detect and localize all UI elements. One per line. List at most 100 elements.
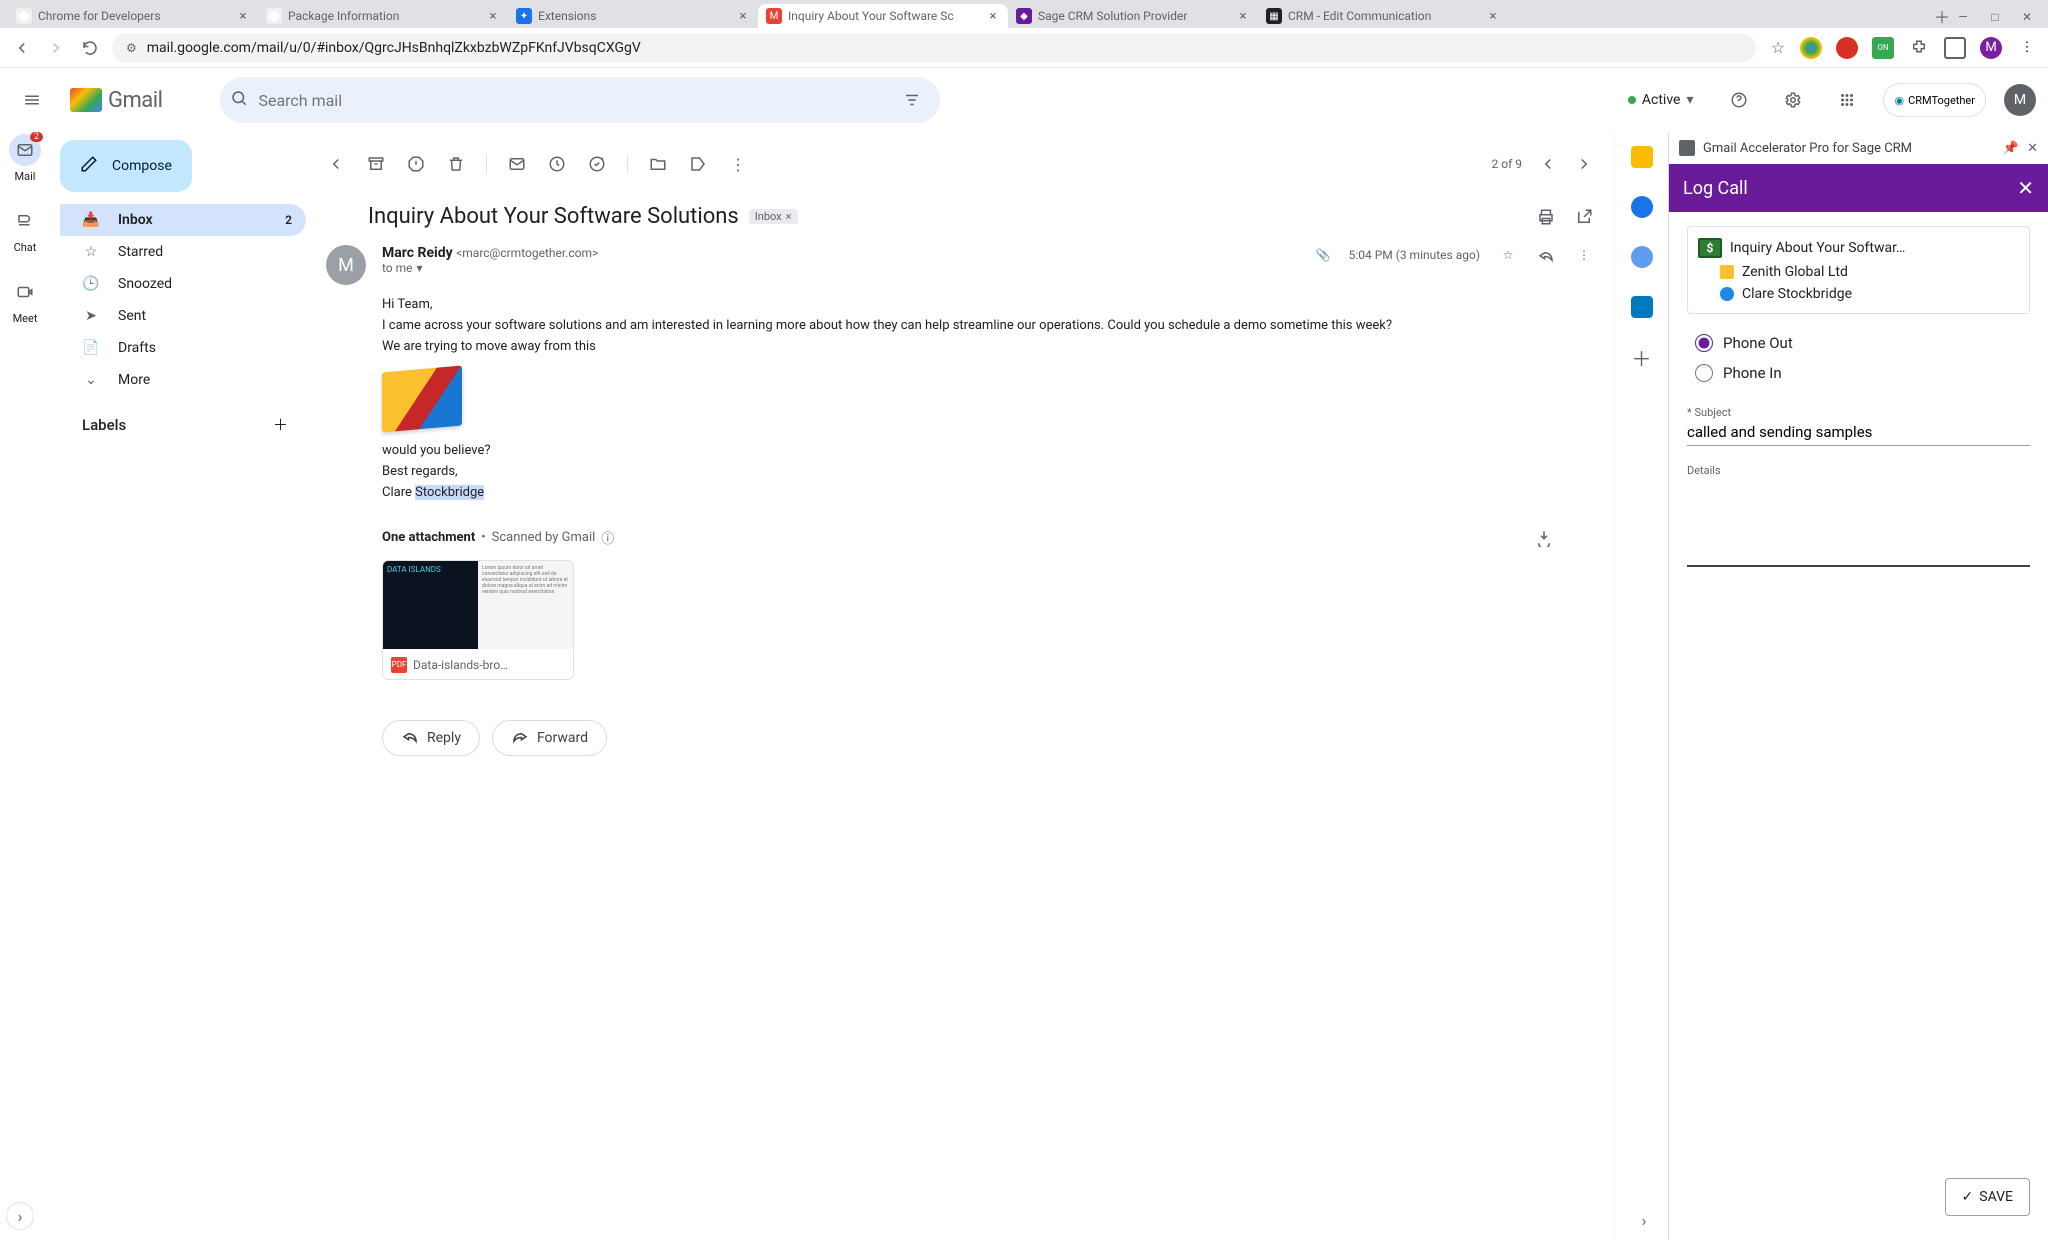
save-button[interactable]: ✓ SAVE — [1945, 1178, 2030, 1216]
nav-item-sent[interactable]: ➤Sent — [60, 300, 306, 332]
add-addon-icon[interactable]: ＋ — [1631, 346, 1653, 368]
browser-tab[interactable]: ▦CRM - Edit Communication× — [1258, 4, 1508, 28]
details-textarea[interactable] — [1687, 477, 2030, 567]
back-button[interactable] — [10, 36, 34, 60]
details-field-label: Details — [1687, 464, 2030, 477]
archive-button[interactable] — [366, 154, 386, 174]
browser-tab[interactable]: MInquiry About Your Software Sc× — [758, 4, 1008, 28]
delete-button[interactable] — [446, 154, 466, 174]
rail-item-meet[interactable]: Meet — [1, 276, 49, 325]
tab-close-icon[interactable]: × — [1486, 9, 1500, 23]
move-to-button[interactable] — [648, 154, 668, 174]
chrome-menu-icon[interactable]: ⋮ — [2016, 37, 2038, 59]
expand-addons-button[interactable]: › — [1634, 1210, 1654, 1230]
pin-icon[interactable]: 📌 — [2003, 141, 2019, 156]
address-bar[interactable]: ⚙ mail.google.com/mail/u/0/#inbox/QgrcJH… — [112, 33, 1756, 63]
sender-avatar[interactable]: M — [326, 245, 366, 285]
extensions-menu-icon[interactable] — [1908, 37, 1930, 59]
trello-icon[interactable] — [1631, 296, 1653, 318]
apps-grid-button[interactable] — [1829, 82, 1865, 118]
site-info-icon[interactable]: ⚙ — [126, 41, 137, 55]
inbox-pill[interactable]: Inbox× — [749, 209, 798, 224]
entity-person-row[interactable]: Clare Stockbridge — [1698, 283, 2019, 305]
tab-close-icon[interactable]: × — [486, 9, 500, 23]
search-icon[interactable] — [230, 89, 248, 111]
crm-chip[interactable]: ◉ CRMTogether — [1883, 83, 1986, 117]
ext-icon-1[interactable] — [1800, 37, 1822, 59]
next-message-button[interactable] — [1574, 154, 1594, 174]
prev-message-button[interactable] — [1538, 154, 1558, 174]
rail-item-mail[interactable]: 2Mail — [1, 134, 49, 183]
more-button[interactable]: ⋮ — [728, 154, 748, 174]
contacts-icon[interactable] — [1631, 246, 1653, 268]
search-filter-icon[interactable] — [894, 82, 930, 118]
attachment-card[interactable]: DATA ISLANDS Lorem ipsum dolor sit amet … — [382, 560, 574, 680]
open-new-window-button[interactable] — [1574, 207, 1594, 227]
add-task-button[interactable] — [587, 154, 607, 174]
tab-close-icon[interactable]: × — [1236, 9, 1250, 23]
account-avatar[interactable]: M — [2004, 84, 2036, 116]
add-label-icon[interactable]: ＋ — [273, 414, 288, 435]
radio-phone-in[interactable]: Phone In — [1695, 358, 2030, 388]
mark-unread-button[interactable] — [507, 154, 527, 174]
chevron-down-icon[interactable]: ▾ — [417, 261, 423, 275]
pill-close-icon[interactable]: × — [786, 210, 792, 223]
compose-button[interactable]: Compose — [60, 140, 192, 192]
labels-button[interactable] — [688, 154, 708, 174]
forward-button[interactable]: Forward — [492, 720, 607, 756]
maximize-icon[interactable]: □ — [1988, 10, 2002, 24]
tab-close-icon[interactable]: × — [736, 9, 750, 23]
profile-avatar[interactable]: M — [1980, 37, 2002, 59]
search-input[interactable] — [258, 91, 884, 110]
subject-input[interactable] — [1687, 419, 2030, 446]
browser-tab[interactable]: ⬤Chrome for Developers× — [8, 4, 258, 28]
tab-close-icon[interactable]: × — [986, 9, 1000, 23]
print-button[interactable] — [1536, 207, 1556, 227]
reply-button[interactable]: Reply — [382, 720, 480, 756]
settings-button[interactable] — [1775, 82, 1811, 118]
main-menu-button[interactable] — [12, 80, 52, 120]
ext-icon-2[interactable] — [1836, 37, 1858, 59]
ext-icon-3[interactable]: ON — [1872, 37, 1894, 59]
tasks-icon[interactable] — [1631, 196, 1653, 218]
star-message-button[interactable]: ☆ — [1498, 245, 1518, 265]
close-window-icon[interactable]: ✕ — [2020, 10, 2034, 24]
close-sidepanel-icon[interactable]: ✕ — [2027, 141, 2038, 156]
bookmark-star-icon[interactable]: ☆ — [1766, 36, 1790, 60]
reply-icon-button[interactable] — [1536, 245, 1556, 265]
nav-item-starred[interactable]: ☆Starred — [60, 236, 306, 268]
nav-item-inbox[interactable]: 📥Inbox2 — [60, 204, 306, 236]
radio-phone-in-input[interactable] — [1695, 364, 1713, 382]
new-tab-button[interactable]: ＋ — [1928, 4, 1956, 28]
message-more-button[interactable]: ⋮ — [1574, 245, 1594, 265]
nav-item-snoozed[interactable]: 🕒Snoozed — [60, 268, 306, 300]
recipient-line[interactable]: to me ▾ — [382, 261, 1300, 275]
forward-button[interactable] — [44, 36, 68, 60]
browser-tab[interactable]: ⬤Package Information× — [258, 4, 508, 28]
tab-close-icon[interactable]: × — [236, 9, 250, 23]
nav-item-more[interactable]: ⌄More — [60, 364, 306, 396]
radio-phone-out[interactable]: Phone Out — [1695, 328, 2030, 358]
radio-phone-out-input[interactable] — [1695, 334, 1713, 352]
close-logcall-icon[interactable]: ✕ — [2017, 176, 2034, 200]
entity-company-row[interactable]: Zenith Global Ltd — [1698, 261, 2019, 283]
download-all-button[interactable] — [1534, 528, 1554, 548]
rail-item-chat[interactable]: Chat — [1, 205, 49, 254]
minimize-icon[interactable]: — — [1956, 10, 1970, 24]
gmail-logo[interactable]: Gmail — [70, 88, 162, 113]
status-chip[interactable]: Active ▾ — [1618, 84, 1704, 116]
info-icon[interactable]: ⓘ — [601, 528, 614, 547]
search-box[interactable] — [220, 77, 940, 123]
browser-tab[interactable]: ✦Extensions× — [508, 4, 758, 28]
keep-icon[interactable] — [1631, 146, 1653, 168]
support-button[interactable] — [1721, 82, 1757, 118]
collapse-sidebar-button[interactable]: › — [6, 1202, 34, 1230]
sidepanel-toggle-icon[interactable] — [1944, 37, 1966, 59]
nav-item-drafts[interactable]: 📄Drafts — [60, 332, 306, 364]
back-to-inbox-button[interactable] — [326, 154, 346, 174]
snooze-button[interactable] — [547, 154, 567, 174]
reload-button[interactable] — [78, 36, 102, 60]
browser-tab[interactable]: ◆Sage CRM Solution Provider× — [1008, 4, 1258, 28]
spam-button[interactable] — [406, 154, 426, 174]
entity-deal-row[interactable]: $ Inquiry About Your Softwar… — [1698, 235, 2019, 261]
